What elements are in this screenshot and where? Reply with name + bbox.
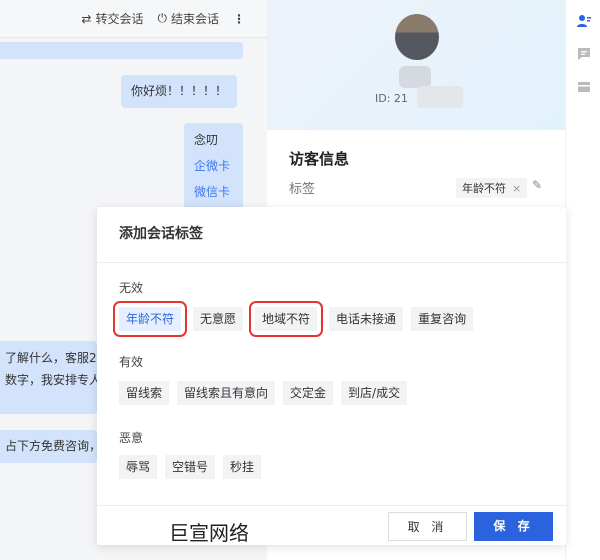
edit-icon[interactable]: ✎ — [532, 178, 542, 192]
user-info-icon[interactable] — [577, 14, 591, 28]
remove-tag-icon[interactable]: × — [512, 182, 521, 195]
section-valid-label: 有效 — [119, 355, 144, 369]
valid-tags: 留线索 留线索且有意向 交定金 到店/成交 — [119, 381, 408, 405]
divider — [97, 505, 566, 506]
right-sidebar — [565, 0, 600, 560]
cancel-button[interactable]: 取 消 — [388, 512, 467, 541]
visitor-info-title: 访客信息 — [289, 150, 350, 168]
message-bubble: 了解什么，客服24 数字，我安排专人 — [0, 341, 97, 414]
tag-lead-intent[interactable]: 留线索且有意向 — [177, 381, 276, 405]
tag-no-intent[interactable]: 无意愿 — [193, 307, 244, 331]
visitor-tag: 年龄不符 × — [456, 178, 528, 198]
tag-label: 标签 — [289, 182, 316, 197]
wecom-card-link[interactable]: 企微卡 — [194, 153, 233, 179]
dialog-title: 添加会话标签 — [119, 226, 203, 242]
invalid-tags: 年龄不符 无意愿 地域不符 电话未接通 重复咨询 — [112, 301, 474, 337]
transfer-icon: ⇄ — [81, 11, 92, 26]
avatar — [395, 14, 439, 60]
visitor-id-blurred — [417, 86, 463, 108]
malicious-tags: 辱骂 空错号 秒挂 — [119, 455, 262, 479]
visitor-name-blurred — [399, 66, 431, 88]
tag-repeat-inquiry[interactable]: 重复咨询 — [411, 307, 474, 331]
tag-age-mismatch[interactable]: 年龄不符 — [112, 301, 188, 337]
tag-no-answer[interactable]: 电话未接通 — [329, 307, 404, 331]
tag-instant-hangup[interactable]: 秒挂 — [223, 455, 262, 479]
section-invalid-label: 无效 — [119, 281, 144, 295]
message-icon[interactable] — [577, 47, 591, 61]
tag-abuse[interactable]: 辱骂 — [119, 455, 158, 479]
message-bubble: 念叨 企微卡 微信卡 — [184, 123, 243, 218]
tag-region-mismatch[interactable]: 地域不符 — [249, 301, 324, 337]
wechat-card-link[interactable]: 微信卡 — [194, 179, 233, 205]
message-bubble — [0, 42, 243, 59]
divider — [97, 262, 566, 263]
message-bubble: 你好烦！！！！！ — [121, 75, 238, 108]
card-icon[interactable] — [577, 80, 591, 94]
message-bubble: 占下方免费咨询， — [0, 430, 97, 463]
tag-deposit[interactable]: 交定金 — [283, 381, 334, 405]
profile-header: ID: 21 — [267, 0, 565, 130]
section-malicious-label: 恶意 — [119, 431, 144, 445]
transfer-button[interactable]: ⇄ 转交会话 — [81, 10, 143, 27]
end-session-button[interactable]: ⏻ 结束会话 — [157, 10, 219, 27]
more-icon[interactable]: ⋮ — [233, 12, 245, 26]
add-tag-dialog: 添加会话标签 无效 年龄不符 无意愿 地域不符 电话未接通 重复咨询 有效 留线… — [97, 207, 566, 545]
tag-visit-deal[interactable]: 到店/成交 — [341, 381, 408, 405]
tag-lead[interactable]: 留线索 — [119, 381, 170, 405]
power-icon: ⏻ — [157, 11, 167, 25]
visitor-id: ID: 21 — [375, 92, 408, 105]
save-button[interactable]: 保 存 — [474, 512, 553, 541]
chat-header: ⇄ 转交会话 ⏻ 结束会话 ⋮ — [0, 0, 267, 38]
tag-wrong-number[interactable]: 空错号 — [165, 455, 216, 479]
brand-watermark-text: 巨宣网络 — [169, 521, 249, 545]
